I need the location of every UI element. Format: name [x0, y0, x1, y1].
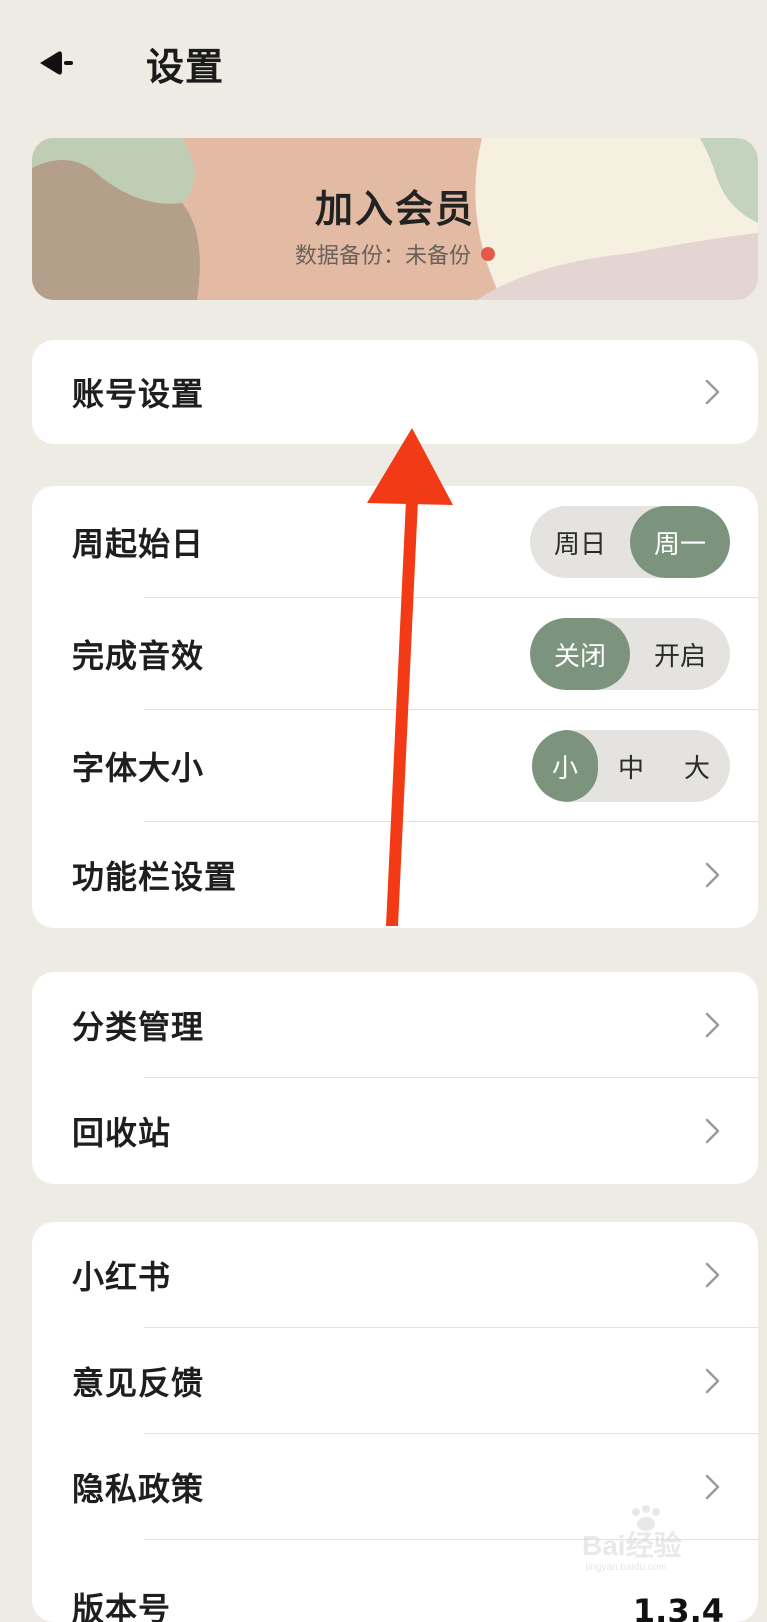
- account-card: 账号设置: [32, 340, 758, 444]
- sound-off-option[interactable]: 关闭: [530, 618, 630, 690]
- watermark-text: Bai经验: [582, 1530, 682, 1561]
- chevron-right-icon: [705, 862, 720, 888]
- version-label: 版本号: [72, 1590, 172, 1622]
- font-size-large-option[interactable]: 大: [664, 730, 730, 802]
- sound-row: 完成音效 关闭 开启: [32, 598, 758, 710]
- chevron-right-icon: [705, 1368, 720, 1394]
- watermark: Bai经验 jingyan.baidu.com: [582, 1504, 722, 1584]
- chevron-right-icon: [705, 1474, 720, 1500]
- font-size-medium-option[interactable]: 中: [598, 730, 664, 802]
- toolbar-settings-row[interactable]: 功能栏设置: [32, 822, 758, 928]
- font-size-small-option[interactable]: 小: [532, 730, 598, 802]
- recycle-bin-label: 回收站: [72, 1114, 172, 1152]
- sound-toggle[interactable]: 关闭 开启: [530, 618, 730, 690]
- week-start-monday-option[interactable]: 周一: [630, 506, 730, 578]
- preferences-card: 周起始日 周日 周一 完成音效 关闭 开启 字体大小 小 中 大 功能栏设置: [32, 486, 758, 928]
- xiaohongshu-row[interactable]: 小红书: [32, 1222, 758, 1328]
- backup-status: 数据备份：未备份: [32, 238, 758, 270]
- banner-title: 加入会员: [314, 187, 475, 231]
- backup-status-text: 数据备份：未备份: [294, 244, 471, 269]
- account-settings-label: 账号设置: [72, 375, 205, 413]
- watermark-sub: jingyan.baidu.com: [586, 1562, 667, 1573]
- back-button[interactable]: [28, 38, 84, 88]
- manage-card: 分类管理 回收站: [32, 972, 758, 1184]
- week-start-row: 周起始日 周日 周一: [32, 486, 758, 598]
- chevron-right-icon: [705, 379, 720, 405]
- font-size-row: 字体大小 小 中 大: [32, 710, 758, 822]
- recycle-bin-row[interactable]: 回收站: [32, 1078, 758, 1184]
- category-management-label: 分类管理: [72, 1008, 205, 1046]
- sound-label: 完成音效: [72, 637, 205, 675]
- font-size-toggle[interactable]: 小 中 大: [532, 730, 730, 802]
- back-arrow-icon: [40, 51, 73, 75]
- page-title: 设置: [146, 45, 225, 89]
- feedback-label: 意见反馈: [72, 1364, 205, 1402]
- header: 设置: [0, 0, 767, 130]
- backup-status-dot: [481, 247, 495, 261]
- privacy-policy-label: 隐私政策: [72, 1470, 205, 1508]
- membership-banner[interactable]: 加入会员 数据备份：未备份: [32, 138, 758, 300]
- week-start-toggle[interactable]: 周日 周一: [530, 506, 730, 578]
- toolbar-settings-label: 功能栏设置: [72, 858, 238, 896]
- chevron-right-icon: [705, 1118, 720, 1144]
- feedback-row[interactable]: 意见反馈: [32, 1328, 758, 1434]
- week-start-sunday-option[interactable]: 周日: [530, 506, 630, 578]
- category-management-row[interactable]: 分类管理: [32, 972, 758, 1078]
- font-size-label: 字体大小: [72, 749, 205, 787]
- version-value: 1.3.4: [632, 1592, 724, 1622]
- chevron-right-icon: [705, 1262, 720, 1288]
- chevron-right-icon: [705, 1012, 720, 1038]
- week-start-label: 周起始日: [72, 525, 205, 563]
- account-settings-row[interactable]: 账号设置: [32, 340, 758, 444]
- xiaohongshu-label: 小红书: [72, 1258, 172, 1296]
- sound-on-option[interactable]: 开启: [630, 618, 730, 690]
